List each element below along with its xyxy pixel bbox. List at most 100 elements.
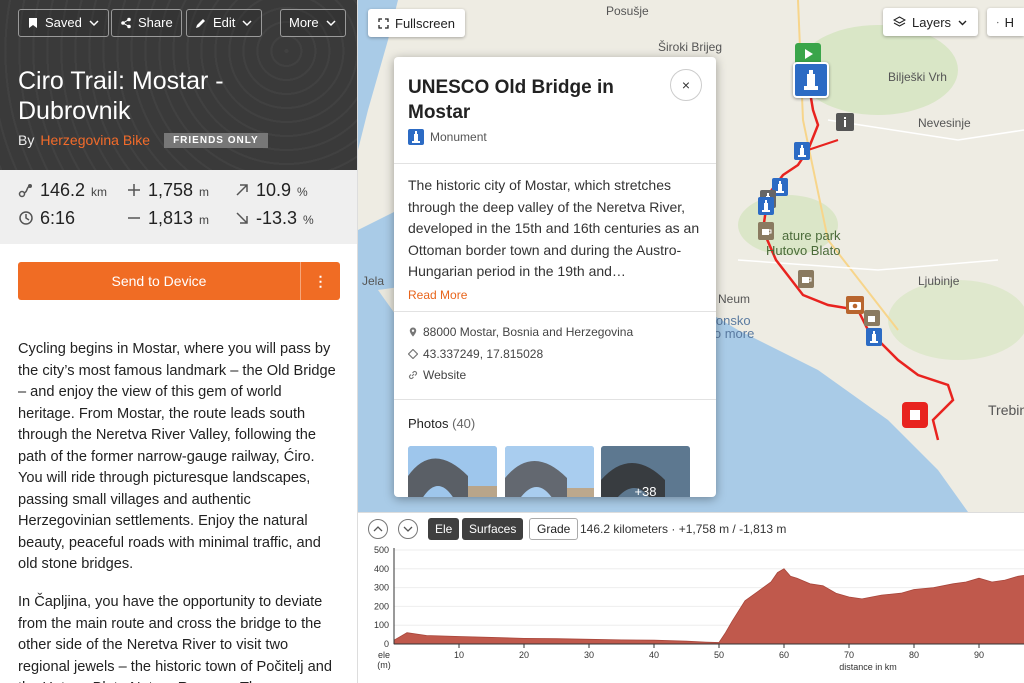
cafe-poi-marker[interactable] xyxy=(758,222,774,240)
poi-address: 88000 Mostar, Bosnia and Herzegovina xyxy=(408,325,633,339)
poi-type: Monument xyxy=(408,129,487,145)
close-button[interactable]: × xyxy=(670,69,702,101)
share-label: Share xyxy=(138,15,173,30)
y-tick-label: 400 xyxy=(374,564,389,574)
info-icon xyxy=(844,117,846,127)
divider xyxy=(394,311,716,312)
more-button[interactable]: More xyxy=(280,9,346,37)
photo-poi-marker[interactable] xyxy=(846,296,864,314)
by-prefix: By xyxy=(18,132,35,148)
more-label: More xyxy=(289,15,319,30)
photos-count: (40) xyxy=(452,416,476,431)
visibility-badge: FRIENDS ONLY xyxy=(164,132,268,148)
heatmap-button[interactable]: H xyxy=(987,8,1024,36)
bridge-photo xyxy=(505,446,594,497)
stop-icon xyxy=(910,410,920,420)
elevation-panel: Ele Surfaces Grade 146.2 kilometers · +1… xyxy=(358,512,1024,683)
x-tick-label: 30 xyxy=(584,650,594,660)
cafe-poi-marker[interactable] xyxy=(864,310,880,326)
map-label-posusje: Posušje xyxy=(606,4,649,18)
poi-description: The historic city of Mostar, which stret… xyxy=(408,177,700,279)
photo-thumbnail[interactable] xyxy=(408,446,497,497)
min-grade-unit: % xyxy=(303,213,314,227)
route-end-marker[interactable] xyxy=(902,402,928,428)
poi-address-text: 88000 Mostar, Bosnia and Herzegovina xyxy=(423,325,634,339)
layers-button[interactable]: Layers xyxy=(883,8,979,36)
minus-icon xyxy=(128,217,140,219)
clock-icon xyxy=(19,211,33,225)
more-photos-overlay[interactable]: +38 xyxy=(601,446,690,497)
saved-label: Saved xyxy=(45,15,82,30)
stat-min-grade: -13.3% xyxy=(234,208,314,229)
route-byline: By Herzegovina Bike FRIENDS ONLY xyxy=(18,132,268,148)
x-tick-label: 40 xyxy=(649,650,659,660)
x-tick-label: 70 xyxy=(844,650,854,660)
x-tick-label: 20 xyxy=(519,650,529,660)
edit-label: Edit xyxy=(213,15,236,30)
info-poi-marker[interactable] xyxy=(836,113,854,131)
camera-icon xyxy=(849,302,861,310)
bookmark-icon xyxy=(29,18,37,28)
photo-thumbnail[interactable]: +38 xyxy=(601,446,690,497)
monument-icon xyxy=(870,331,878,343)
x-tick-label: 80 xyxy=(909,650,919,660)
map-label-ljubinje: Ljubinje xyxy=(918,274,960,288)
saved-button[interactable]: Saved xyxy=(18,9,109,37)
location-pin-icon xyxy=(409,327,417,337)
layers-label: Layers xyxy=(912,14,952,30)
description-paragraph-2: In Čapljina, you have the opportunity to… xyxy=(18,594,332,683)
arrow-down-right-icon xyxy=(236,212,248,224)
monument-icon xyxy=(762,200,770,212)
chevron-down-icon xyxy=(89,20,99,27)
selected-poi-marker[interactable] xyxy=(793,62,829,98)
monument-poi-marker[interactable] xyxy=(794,142,810,160)
map-label-hutovo-blato: Hutovo Blato xyxy=(766,243,841,258)
monument-icon xyxy=(798,145,806,157)
route-header: Saved Share Edit More Ciro Trail: Mostar… xyxy=(0,0,357,170)
y-tick-label: 300 xyxy=(374,583,389,593)
plus-icon xyxy=(128,184,140,196)
photo-thumbnail[interactable] xyxy=(505,446,594,497)
flame-icon xyxy=(997,21,999,23)
website-link[interactable]: Website xyxy=(423,368,466,382)
link-icon xyxy=(408,370,418,380)
chevron-down-icon xyxy=(242,20,252,27)
x-axis-label: distance in km xyxy=(839,662,897,672)
share-button[interactable]: Share xyxy=(111,9,182,37)
y-tick-label: 500 xyxy=(374,545,389,555)
edit-button[interactable]: Edit xyxy=(186,9,263,37)
author-link[interactable]: Herzegovina Bike xyxy=(40,132,150,148)
coffee-icon xyxy=(868,316,875,322)
distance-unit: km xyxy=(91,185,108,199)
monument-poi-marker[interactable] xyxy=(758,197,774,215)
duration-value: 6:16 xyxy=(40,208,76,228)
y-tick-label: 0 xyxy=(384,639,389,649)
cafe-poi-marker[interactable] xyxy=(798,270,814,288)
poi-coordinates-text: 43.337249, 17.815028 xyxy=(423,347,544,361)
y-tick-label: 200 xyxy=(374,601,389,611)
route-stats: 146.2 km 1,758 m 10.9% 6:16 1,813 m -13.3% xyxy=(0,170,357,244)
fullscreen-button[interactable]: Fullscreen xyxy=(368,9,465,37)
monument-poi-marker[interactable] xyxy=(866,328,882,346)
fullscreen-label: Fullscreen xyxy=(395,15,455,31)
stat-distance: 146.2 km xyxy=(18,180,107,201)
diamond-icon xyxy=(408,349,418,359)
stat-descent: 1,813 m xyxy=(126,208,209,229)
distance-icon xyxy=(18,184,32,198)
distance-value: 146.2 xyxy=(40,180,86,200)
x-tick-label: 90 xyxy=(974,650,984,660)
poi-website[interactable]: Website xyxy=(408,368,466,382)
chevron-down-icon xyxy=(958,20,967,25)
photos-label: Photos xyxy=(408,416,449,431)
send-options-button[interactable]: ⋮ xyxy=(300,262,340,300)
map-label-jela: Jela xyxy=(362,274,385,288)
expand-icon xyxy=(378,17,389,29)
route-title: Ciro Trail: Mostar - Dubrovnik xyxy=(18,67,224,125)
x-tick-label: 10 xyxy=(454,650,464,660)
send-to-device-control: Send to Device ⋮ xyxy=(18,262,340,300)
map-label-nature-park: ature park xyxy=(782,228,841,243)
pencil-icon xyxy=(196,19,205,28)
stat-ascent: 1,758 m xyxy=(126,180,209,201)
read-more-link[interactable]: Read More xyxy=(408,288,467,302)
send-to-device-button[interactable]: Send to Device xyxy=(18,262,300,300)
